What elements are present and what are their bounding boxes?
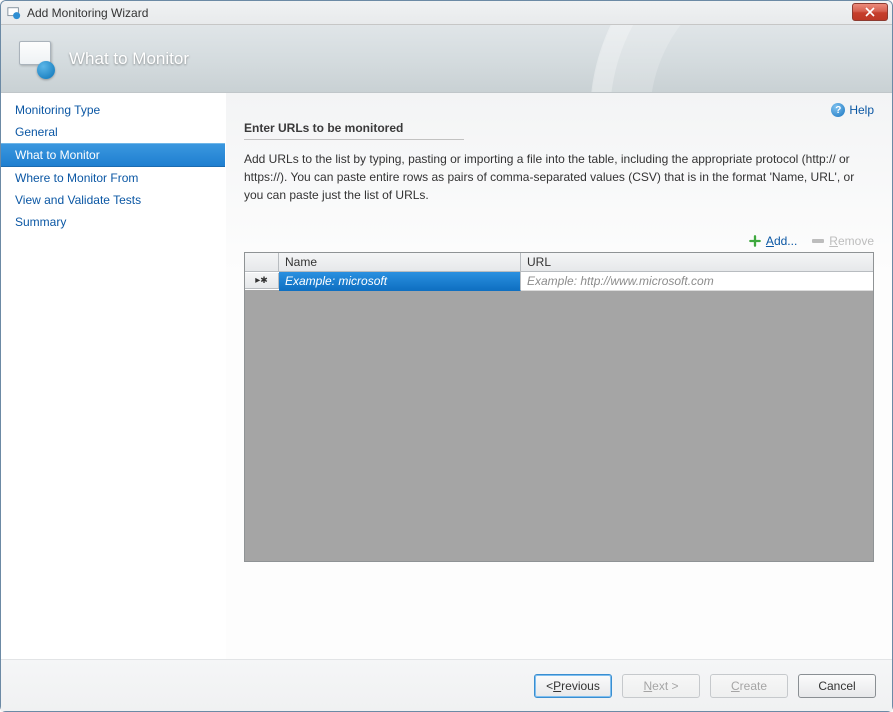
- grid-header-marker: [245, 253, 279, 272]
- header-title: What to Monitor: [69, 49, 189, 69]
- grid-header-name[interactable]: Name: [279, 253, 521, 272]
- app-icon: [7, 6, 21, 20]
- titlebar: Add Monitoring Wizard: [1, 1, 892, 25]
- help-label: Help: [849, 103, 874, 117]
- grid-new-row[interactable]: ▸✱ Example: microsoft Example: http://ww…: [245, 272, 873, 290]
- create-button: Create: [710, 674, 788, 698]
- header-icon: [19, 41, 55, 77]
- help-icon: ?: [831, 103, 845, 117]
- url-grid[interactable]: Name URL ▸✱ Example: microsoft Example: …: [244, 252, 874, 562]
- sidebar-item-general[interactable]: General: [1, 121, 225, 143]
- url-cell[interactable]: Example: http://www.microsoft.com: [521, 272, 873, 291]
- remove-button: Remove: [811, 234, 874, 248]
- window-title: Add Monitoring Wizard: [27, 6, 148, 20]
- grid-header: Name URL: [245, 253, 873, 272]
- globe-icon: [37, 61, 55, 79]
- add-button[interactable]: Add...: [748, 234, 797, 248]
- wizard-window: Add Monitoring Wizard What to Monitor Mo…: [0, 0, 893, 712]
- body: Monitoring Type General What to Monitor …: [1, 93, 892, 659]
- footer: < Previous Next > Create Cancel: [1, 659, 892, 711]
- minus-icon: [811, 234, 825, 248]
- cancel-button[interactable]: Cancel: [798, 674, 876, 698]
- sidebar-item-monitoring-type[interactable]: Monitoring Type: [1, 99, 225, 121]
- grid-header-url[interactable]: URL: [521, 253, 873, 272]
- row-marker-icon: ▸✱: [245, 273, 279, 289]
- help-bar: ? Help: [244, 103, 874, 117]
- wizard-sidebar: Monitoring Type General What to Monitor …: [1, 93, 226, 659]
- section-title: Enter URLs to be monitored: [244, 121, 464, 140]
- next-button: Next >: [622, 674, 700, 698]
- plus-icon: [748, 234, 762, 248]
- header-band: What to Monitor: [1, 25, 892, 93]
- name-cell[interactable]: Example: microsoft: [279, 272, 521, 291]
- sidebar-item-what-to-monitor[interactable]: What to Monitor: [1, 143, 225, 167]
- sidebar-item-where-to-monitor-from[interactable]: Where to Monitor From: [1, 167, 225, 189]
- sidebar-item-view-and-validate-tests[interactable]: View and Validate Tests: [1, 189, 225, 211]
- main-panel: ? Help Enter URLs to be monitored Add UR…: [226, 93, 892, 659]
- previous-button[interactable]: < Previous: [534, 674, 612, 698]
- close-button[interactable]: [852, 3, 888, 21]
- sidebar-item-summary[interactable]: Summary: [1, 211, 225, 233]
- grid-toolbar: Add... Remove: [244, 234, 874, 248]
- close-icon: [865, 7, 875, 17]
- help-link[interactable]: ? Help: [831, 103, 874, 117]
- grid-body[interactable]: ▸✱ Example: microsoft Example: http://ww…: [245, 272, 873, 561]
- section-description: Add URLs to the list by typing, pasting …: [244, 150, 864, 204]
